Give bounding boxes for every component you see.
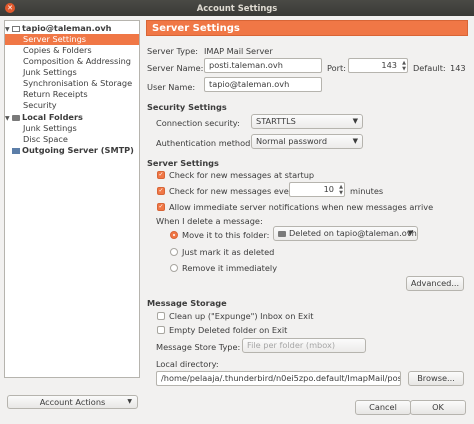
empty-deleted-checkbox[interactable] — [157, 326, 165, 334]
cancel-button[interactable]: Cancel — [355, 400, 411, 415]
clean-up-checkbox[interactable] — [157, 312, 165, 320]
connection-security-label: Connection security: — [156, 118, 240, 128]
check-every-checkbox[interactable]: ✓ — [157, 187, 165, 195]
browse-button[interactable]: Browse... — [408, 371, 464, 386]
local-dir-label: Local directory: — [156, 359, 219, 369]
check-startup-label: Check for new messages at startup — [169, 170, 315, 180]
message-storage-heading: Message Storage — [147, 298, 227, 308]
tree-item-copies-folders[interactable]: Copies & Folders — [5, 45, 139, 56]
just-mark-radio[interactable] — [170, 248, 178, 256]
connection-security-select[interactable]: STARTTLS ▼ — [251, 114, 363, 129]
check-interval-stepper[interactable]: 10 ▲ ▼ — [289, 182, 345, 197]
remove-immediately-label: Remove it immediately — [182, 263, 278, 273]
folder-icon — [12, 114, 20, 121]
server-name-label: Server Name: — [147, 63, 204, 73]
tree-item-label: Disc Space — [23, 134, 68, 144]
default-port-label: Default: — [413, 63, 446, 73]
title-bar: ✕ Account Settings — [0, 0, 474, 16]
auth-method-select[interactable]: Normal password ▼ — [251, 134, 363, 149]
server-name-input[interactable]: posti.taleman.ovh — [204, 58, 322, 73]
server-settings-heading: Server Settings — [147, 158, 219, 168]
stepper-arrows-icon[interactable]: ▲ ▼ — [339, 184, 343, 196]
stepper-arrows-icon[interactable]: ▲ ▼ — [402, 60, 406, 72]
default-port-value: 143 — [450, 63, 466, 73]
tree-item-synchronisation[interactable]: Synchronisation & Storage — [5, 78, 139, 89]
account-actions-label: Account Actions — [39, 397, 106, 407]
server-settings-panel: Server Settings Server Type: IMAP Mail S… — [146, 20, 468, 415]
allow-immediate-checkbox[interactable]: ✓ — [157, 203, 165, 211]
local-dir-input[interactable]: /home/pelaaja/.thunderbird/n0ei5zpo.defa… — [156, 371, 401, 386]
tree-item-label: Synchronisation & Storage — [23, 78, 133, 88]
tree-item-account[interactable]: ▼ tapio@taleman.ovh — [5, 23, 139, 34]
tree-item-label: Security — [23, 100, 57, 110]
empty-deleted-label: Empty Deleted folder on Exit — [169, 325, 288, 335]
auth-method-label: Authentication method: — [156, 138, 254, 148]
tree-item-server-settings[interactable]: Server Settings — [5, 34, 139, 45]
tree-item-label: Local Folders — [22, 112, 83, 122]
account-tree: ▼ tapio@taleman.ovh Server Settings Copie… — [4, 20, 140, 378]
tree-item-label: Copies & Folders — [23, 45, 92, 55]
tree-item-local-junk[interactable]: Junk Settings — [5, 123, 139, 134]
clean-up-label: Clean up ("Expunge") Inbox on Exit — [169, 311, 314, 321]
tree-item-disc-space[interactable]: Disc Space — [5, 134, 139, 145]
store-type-select: File per folder (mbox) — [242, 338, 366, 353]
chevron-down-icon: ▼ — [352, 137, 358, 145]
tree-item-label: Server Settings — [23, 34, 87, 44]
trash-folder-select[interactable]: Deleted on tapio@taleman.ovh ▼ — [273, 226, 418, 241]
tree-item-security[interactable]: Security — [5, 100, 139, 111]
tree-item-label: Junk Settings — [23, 123, 77, 133]
move-to-folder-radio[interactable] — [170, 231, 178, 239]
close-icon[interactable]: ✕ — [5, 3, 15, 13]
server-type-value: IMAP Mail Server — [204, 46, 273, 56]
outgoing-server-icon — [12, 147, 20, 154]
select-value: Deleted on tapio@taleman.ovh — [289, 228, 417, 238]
tree-item-label: Outgoing Server (SMTP) — [22, 145, 134, 155]
server-type-label: Server Type: — [147, 46, 199, 56]
chevron-down-icon: ▼ — [127, 398, 132, 405]
tree-item-label: tapio@taleman.ovh — [22, 23, 112, 33]
just-mark-label: Just mark it as deleted — [182, 247, 275, 257]
tree-item-label: Junk Settings — [23, 67, 77, 77]
check-startup-checkbox[interactable]: ✓ — [157, 171, 165, 179]
allow-immediate-label: Allow immediate server notifications whe… — [169, 202, 434, 212]
tree-item-outgoing-server[interactable]: Outgoing Server (SMTP) — [5, 145, 139, 156]
folder-icon — [278, 230, 286, 237]
minutes-label: minutes — [350, 186, 384, 196]
select-value: STARTTLS — [256, 116, 296, 126]
check-interval-value: 10 — [323, 184, 334, 194]
port-label: Port: — [327, 63, 346, 73]
advanced-button[interactable]: Advanced... — [406, 276, 464, 291]
port-stepper[interactable]: 143 ▲ ▼ — [348, 58, 408, 73]
window-title: Account Settings — [196, 3, 278, 13]
page-title: Server Settings — [146, 20, 468, 36]
tree-item-label: Return Receipts — [23, 89, 88, 99]
move-folder-label: Move it to this folder: — [182, 230, 270, 240]
select-value: Normal password — [256, 136, 328, 146]
port-value: 143 — [381, 60, 397, 70]
account-settings-window: ▼ tapio@taleman.ovh Server Settings Copie… — [0, 16, 474, 424]
user-name-label: User Name: — [147, 82, 196, 92]
remove-immediately-radio[interactable] — [170, 264, 178, 272]
mail-account-icon — [12, 25, 20, 32]
tree-item-composition[interactable]: Composition & Addressing — [5, 56, 139, 67]
tree-item-label: Composition & Addressing — [23, 56, 131, 66]
select-value: File per folder (mbox) — [247, 340, 336, 350]
ok-button[interactable]: OK — [410, 400, 466, 415]
user-name-input[interactable]: tapio@taleman.ovh — [204, 77, 322, 92]
when-delete-label: When I delete a message: — [156, 216, 263, 226]
chevron-down-icon: ▼ — [407, 229, 413, 237]
tree-item-return-receipts[interactable]: Return Receipts — [5, 89, 139, 100]
security-settings-heading: Security Settings — [147, 102, 227, 112]
store-type-label: Message Store Type: — [156, 342, 241, 352]
check-every-label: Check for new messages every — [169, 186, 297, 196]
tree-item-junk-settings[interactable]: Junk Settings — [5, 67, 139, 78]
chevron-down-icon: ▼ — [352, 117, 358, 125]
account-actions-button[interactable]: Account Actions ▼ — [7, 395, 138, 409]
tree-item-local-folders[interactable]: ▼ Local Folders — [5, 112, 139, 123]
